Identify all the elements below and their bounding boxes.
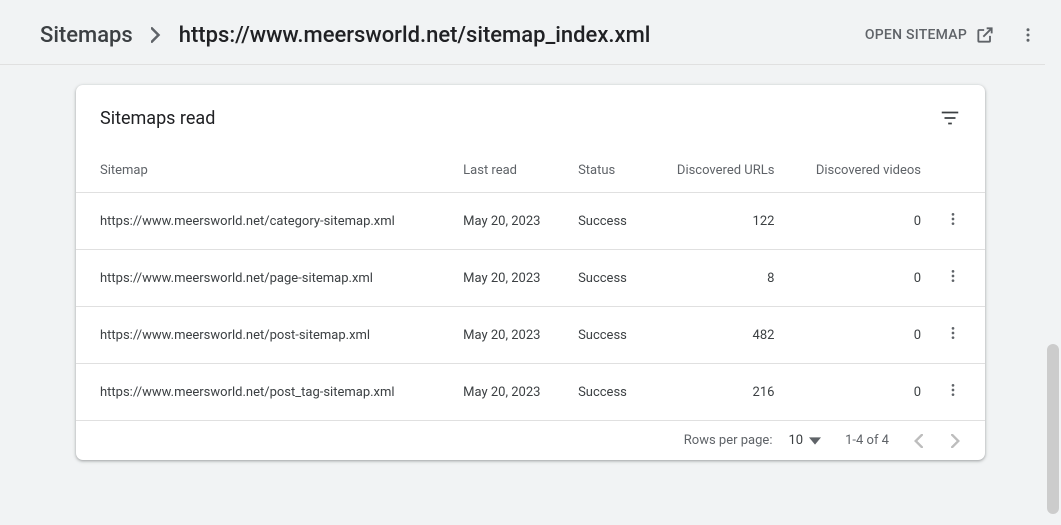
rows-per-page-select[interactable]: 10 <box>788 433 821 448</box>
rows-per-page-value: 10 <box>788 433 803 448</box>
scrollbar-thumb[interactable] <box>1047 344 1059 514</box>
col-sitemap[interactable]: Sitemap <box>76 139 451 193</box>
prev-page-button[interactable] <box>913 434 923 448</box>
dropdown-icon <box>809 435 821 447</box>
rows-per-page-label: Rows per page: <box>684 433 773 448</box>
cell-status: Success <box>566 307 649 364</box>
more-options-button[interactable] <box>1015 22 1041 48</box>
row-more-button[interactable] <box>945 211 961 227</box>
col-discovered-urls[interactable]: Discovered URLs <box>649 139 787 193</box>
breadcrumb-root[interactable]: Sitemaps <box>40 23 133 48</box>
cell-sitemap: https://www.meersworld.net/post-sitemap.… <box>76 307 451 364</box>
table-row[interactable]: https://www.meersworld.net/page-sitemap.… <box>76 250 985 307</box>
row-more-button[interactable] <box>945 325 961 341</box>
cell-last-read: May 20, 2023 <box>451 364 566 421</box>
cell-discovered-videos: 0 <box>786 307 933 364</box>
page-header: Sitemaps https://www.meersworld.net/site… <box>0 0 1061 65</box>
card-header: Sitemaps read <box>76 85 985 139</box>
pagination: Rows per page: 10 1-4 of 4 <box>76 421 985 460</box>
pagination-range: 1-4 of 4 <box>845 433 889 448</box>
cell-status: Success <box>566 364 649 421</box>
open-sitemap-button[interactable]: OPEN SITEMAP <box>865 25 995 45</box>
cell-status: Success <box>566 250 649 307</box>
sitemaps-table: Sitemap Last read Status Discovered URLs… <box>76 139 985 421</box>
cell-sitemap: https://www.meersworld.net/category-site… <box>76 193 451 250</box>
cell-discovered-videos: 0 <box>786 250 933 307</box>
header-actions: OPEN SITEMAP <box>865 22 1041 48</box>
cell-discovered-videos: 0 <box>786 193 933 250</box>
card-title: Sitemaps read <box>100 108 215 129</box>
cell-last-read: May 20, 2023 <box>451 307 566 364</box>
scrollbar[interactable] <box>1045 64 1061 525</box>
cell-discovered-urls: 8 <box>649 250 787 307</box>
sitemaps-read-card: Sitemaps read Sitemap Last read Status D… <box>76 85 985 460</box>
cell-sitemap: https://www.meersworld.net/page-sitemap.… <box>76 250 451 307</box>
cell-discovered-urls: 122 <box>649 193 787 250</box>
open-sitemap-label: OPEN SITEMAP <box>865 27 967 43</box>
row-more-button[interactable] <box>945 268 961 284</box>
next-page-button[interactable] <box>951 434 961 448</box>
filter-icon[interactable] <box>939 107 961 129</box>
col-discovered-videos[interactable]: Discovered videos <box>786 139 933 193</box>
table-row[interactable]: https://www.meersworld.net/post_tag-site… <box>76 364 985 421</box>
cell-sitemap: https://www.meersworld.net/post_tag-site… <box>76 364 451 421</box>
cell-discovered-videos: 0 <box>786 364 933 421</box>
breadcrumb-current: https://www.meersworld.net/sitemap_index… <box>179 23 651 48</box>
breadcrumb: Sitemaps https://www.meersworld.net/site… <box>40 23 650 48</box>
col-status[interactable]: Status <box>566 139 649 193</box>
col-last-read[interactable]: Last read <box>451 139 566 193</box>
cell-discovered-urls: 216 <box>649 364 787 421</box>
row-more-button[interactable] <box>945 382 961 398</box>
table-row[interactable]: https://www.meersworld.net/category-site… <box>76 193 985 250</box>
open-in-new-icon <box>975 25 995 45</box>
cell-status: Success <box>566 193 649 250</box>
table-row[interactable]: https://www.meersworld.net/post-sitemap.… <box>76 307 985 364</box>
cell-last-read: May 20, 2023 <box>451 193 566 250</box>
chevron-right-icon <box>151 27 161 43</box>
cell-last-read: May 20, 2023 <box>451 250 566 307</box>
cell-discovered-urls: 482 <box>649 307 787 364</box>
